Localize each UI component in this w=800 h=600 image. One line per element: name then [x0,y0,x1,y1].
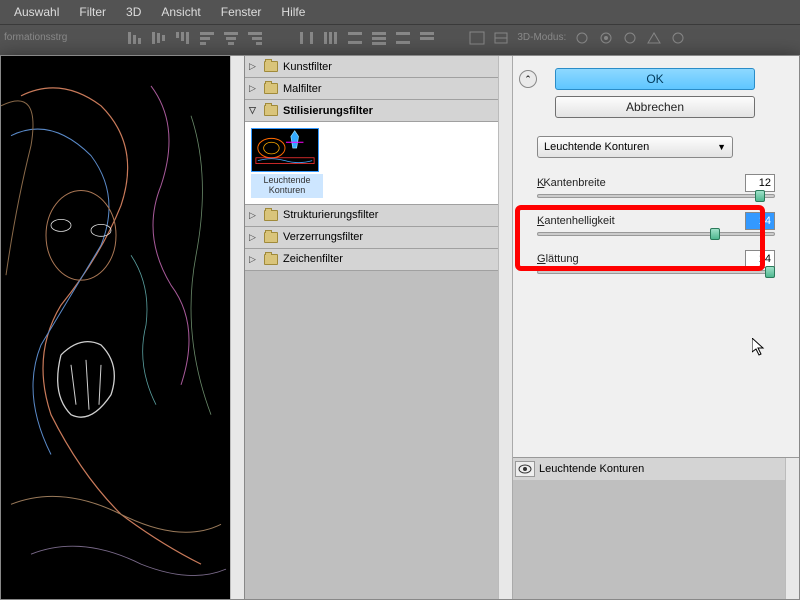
3d-icon-2[interactable] [598,31,614,45]
menu-filter[interactable]: Filter [69,1,116,23]
distribute-icon-2[interactable] [323,31,339,45]
toolbar-label-left: formationsstrg [4,32,67,43]
folder-icon [264,210,278,221]
3d-icon-4[interactable] [646,31,662,45]
param-label: Kantenhelligkeit [537,215,615,227]
distribute-icon-4[interactable] [371,31,387,45]
align-icon-4[interactable] [199,31,215,45]
slider-thumb[interactable] [710,228,720,240]
filter-settings-pane: ⌃ OK Abbrechen Leuchtende Konturen ▼ KKa… [512,56,799,599]
menubar: Auswahl Filter 3D Ansicht Fenster Hilfe [0,0,800,24]
param-kantenhelligkeit: Kantenhelligkeit [527,212,785,230]
preview-pane[interactable] [1,56,230,599]
filter-thumb-label: Leuchtende Konturen [251,174,323,198]
param-kantenbreite: KKantenbreite [527,174,785,192]
menu-auswahl[interactable]: Auswahl [4,1,69,23]
kantenbreite-slider[interactable] [537,194,775,198]
tool-icon-a[interactable] [469,31,485,45]
distribute-icon-3[interactable] [347,31,363,45]
filter-group-zeichen[interactable]: ▷ Zeichenfilter [245,249,498,271]
distribute-icon-6[interactable] [419,31,435,45]
3d-icon-1[interactable] [574,31,590,45]
kantenhelligkeit-slider[interactable] [537,232,775,236]
align-icon-5[interactable] [223,31,239,45]
distribute-icon-1[interactable] [299,31,315,45]
filter-group-strukturierung[interactable]: ▷ Strukturierungsfilter [245,205,498,227]
menu-hilfe[interactable]: Hilfe [271,1,315,23]
toolbar: formationsstrg 3D-Modus: [0,24,800,50]
effect-row[interactable]: Leuchtende Konturen [513,458,785,480]
effects-scrollbar[interactable] [785,458,799,599]
align-icon-1[interactable] [127,31,143,45]
kantenhelligkeit-input[interactable] [745,212,775,230]
filter-list-scrollbar[interactable] [498,56,512,599]
chevron-down-icon: ▽ [249,105,259,116]
3d-icon-5[interactable] [670,31,686,45]
folder-icon [264,254,278,265]
distribute-icon-5[interactable] [395,31,411,45]
menu-ansicht[interactable]: Ansicht [151,1,210,23]
folder-icon [264,61,278,72]
filter-thumbnails: Leuchtende Konturen [245,122,498,205]
cancel-button[interactable]: Abbrechen [555,96,755,118]
filter-group-stilisierung[interactable]: ▽ Stilisierungsfilter [245,100,498,122]
chevron-right-icon: ▷ [249,61,259,72]
align-icon-3[interactable] [175,31,191,45]
filter-group-label: Kunstfilter [283,61,332,73]
folder-icon [264,232,278,243]
filter-group-label: Zeichenfilter [283,253,343,265]
align-icon-6[interactable] [247,31,263,45]
filter-thumb-leuchtende-konturen[interactable]: Leuchtende Konturen [251,128,323,198]
chevron-right-icon: ▷ [249,83,259,94]
param-label: KKantenbreite [537,177,606,189]
filter-group-label: Stilisierungsfilter [283,105,373,117]
param-label: Glättung [537,253,579,265]
filter-gallery-dialog: ▷ Kunstfilter ▷ Malfilter ▽ Stilisierung… [0,55,800,600]
ok-button[interactable]: OK [555,68,755,90]
3d-icon-3[interactable] [622,31,638,45]
filter-group-malfilter[interactable]: ▷ Malfilter [245,78,498,100]
effects-body [513,480,785,599]
effect-name: Leuchtende Konturen [539,463,644,475]
preview-scrollbar[interactable] [230,56,244,599]
chevron-right-icon: ▷ [249,210,259,221]
glaettung-slider[interactable] [537,270,775,274]
folder-icon [264,105,278,116]
tool-icon-b[interactable] [493,31,509,45]
filter-select-dropdown[interactable]: Leuchtende Konturen ▼ [537,136,733,158]
filter-category-pane: ▷ Kunstfilter ▷ Malfilter ▽ Stilisierung… [244,56,498,599]
toolbar-3d-label: 3D-Modus: [517,32,566,43]
chevron-down-icon: ▼ [717,142,726,152]
chevron-right-icon: ▷ [249,232,259,243]
menu-3d[interactable]: 3D [116,1,151,23]
filter-group-label: Verzerrungsfilter [283,231,363,243]
param-glaettung: Glättung [527,250,785,268]
applied-effects-panel: Leuchtende Konturen [513,457,799,599]
filter-group-kunstfilter[interactable]: ▷ Kunstfilter [245,56,498,78]
collapse-button[interactable]: ⌃ [519,70,537,88]
slider-thumb[interactable] [765,266,775,278]
align-icon-2[interactable] [151,31,167,45]
filter-group-label: Malfilter [283,83,322,95]
chevron-up-double-icon: ⌃ [524,74,532,85]
dropdown-value: Leuchtende Konturen [544,141,649,153]
filter-group-label: Strukturierungsfilter [283,209,378,221]
eye-icon[interactable] [515,461,535,477]
slider-thumb[interactable] [755,190,765,202]
chevron-right-icon: ▷ [249,254,259,265]
filter-group-verzerrung[interactable]: ▷ Verzerrungsfilter [245,227,498,249]
folder-icon [264,83,278,94]
menu-fenster[interactable]: Fenster [211,1,272,23]
